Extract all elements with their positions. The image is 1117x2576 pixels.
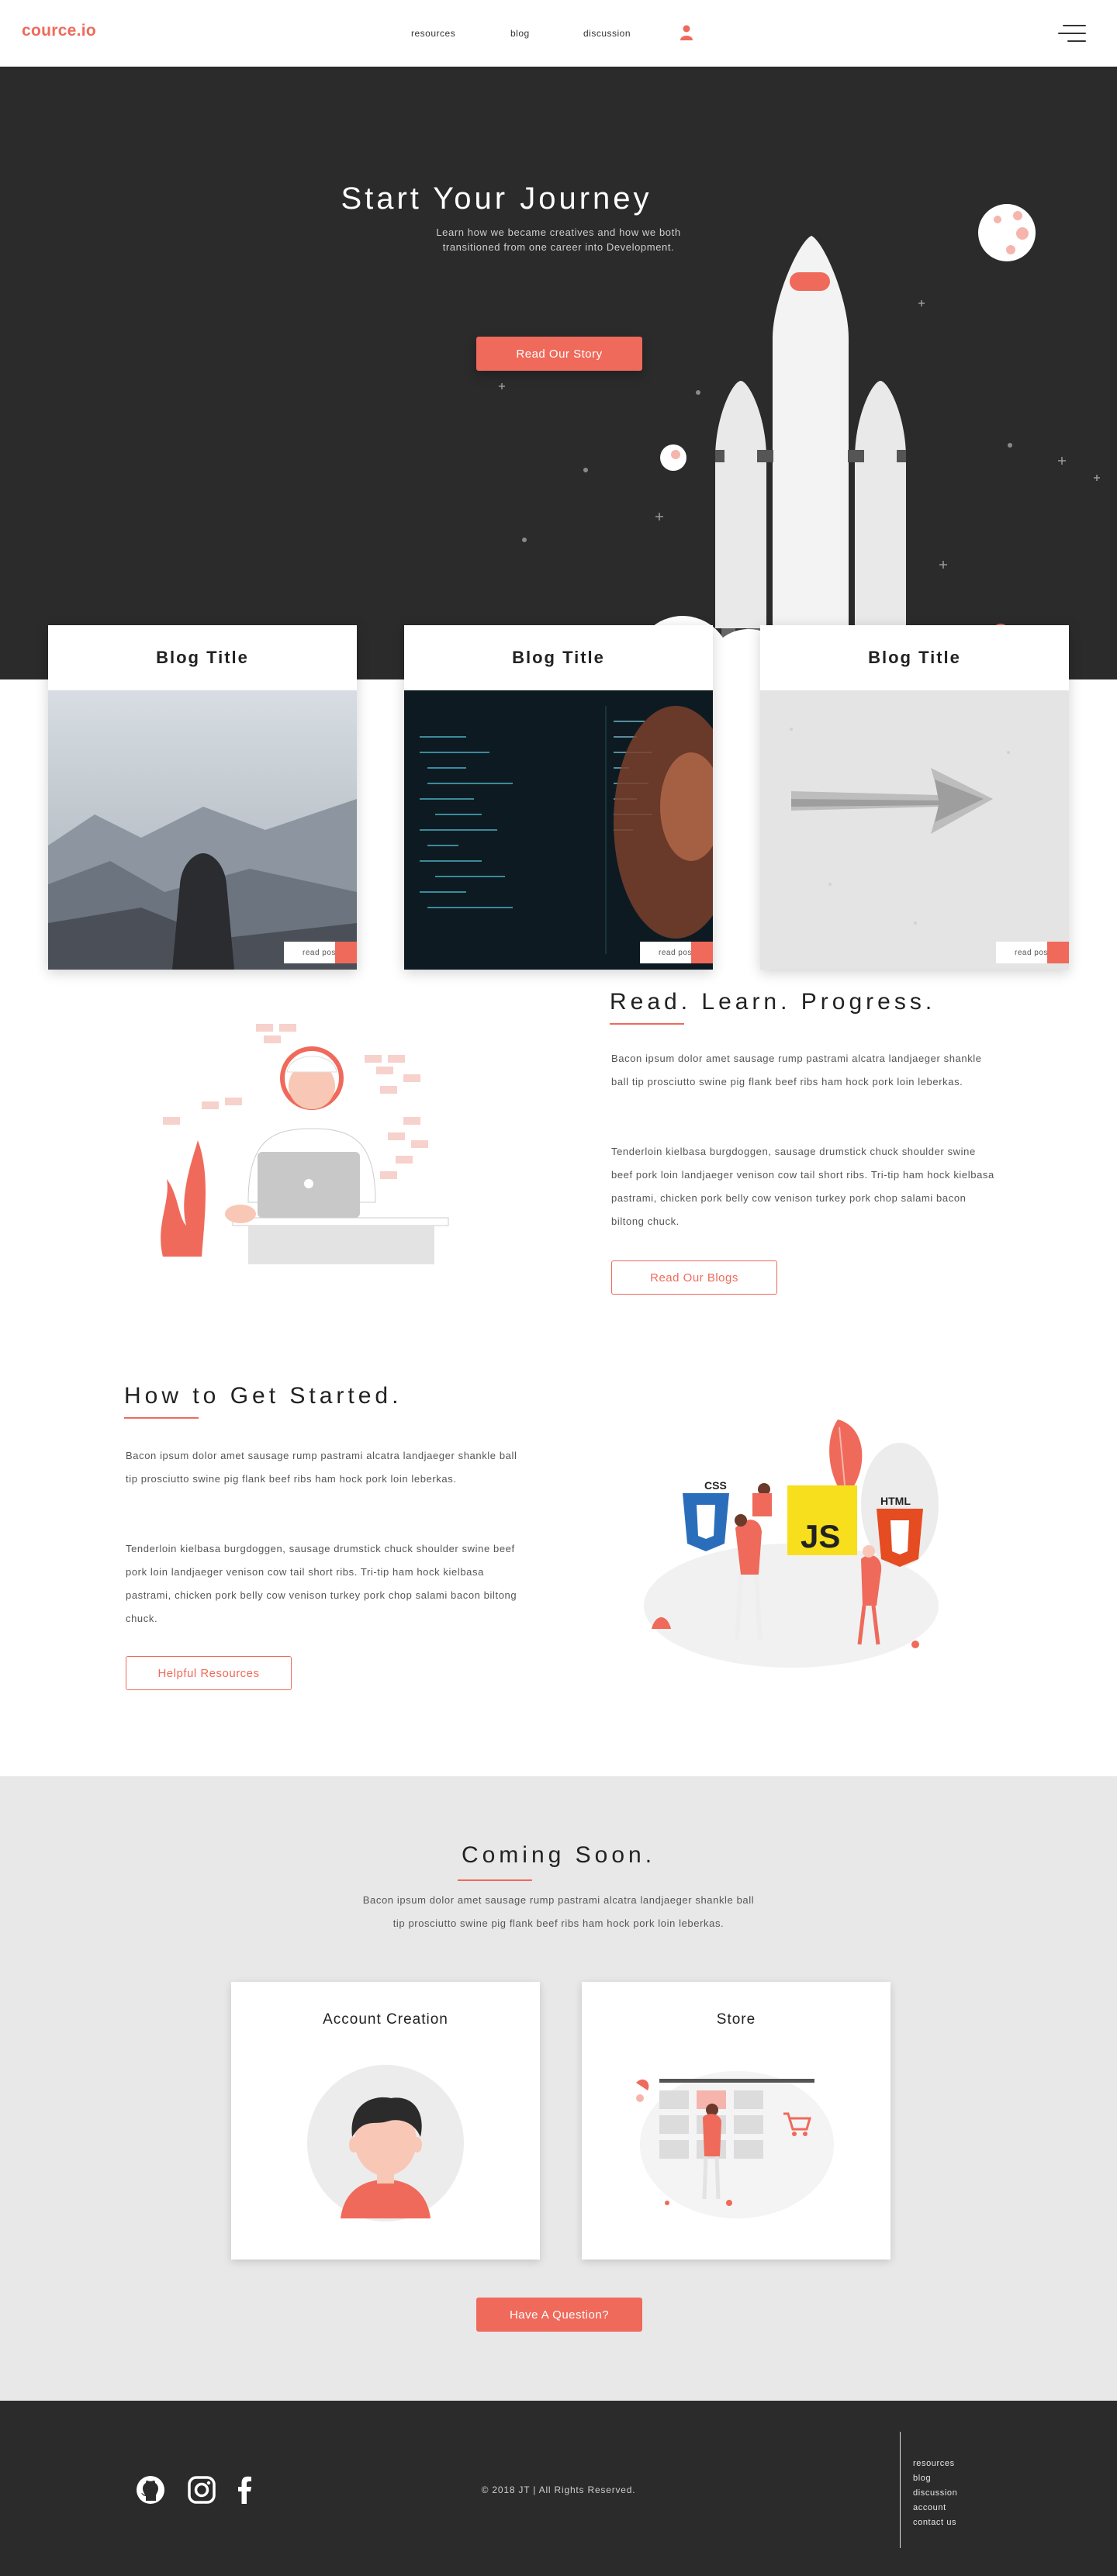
read-learn-para-1: Bacon ipsum dolor amet sausage rump past… bbox=[611, 1053, 982, 1087]
hero-title-wrap: Start Your Journey bbox=[0, 182, 1117, 216]
footer: © 2018 JT | All Rights Reserved. resourc… bbox=[0, 2401, 1117, 2576]
footer-link-resources[interactable]: resources bbox=[913, 2457, 957, 2471]
hero-subtitle-line-1: Learn how we became creatives and how we… bbox=[436, 226, 681, 238]
html-badge-label: HTML bbox=[880, 1495, 911, 1507]
read-post-button[interactable]: read post bbox=[640, 942, 713, 963]
developer-illustration bbox=[161, 1024, 449, 1264]
get-started-para-1: Bacon ipsum dolor amet sausage rump past… bbox=[126, 1450, 517, 1485]
read-our-blogs-button[interactable]: Read Our Blogs bbox=[611, 1260, 777, 1295]
coming-soon-text: Bacon ipsum dolor amet sausage rump past… bbox=[362, 1894, 755, 1929]
read-learn-para-2: Tenderloin kielbasa burgdoggen, sausage … bbox=[611, 1146, 994, 1227]
avatar-illustration bbox=[307, 2065, 464, 2222]
coming-soon-heading: Coming Soon. bbox=[461, 1842, 656, 1868]
read-learn-section: Read. Learn. Progress. Bacon ipsum dolor… bbox=[0, 970, 1117, 1326]
blog-card-image-code[interactable]: read post bbox=[404, 690, 713, 970]
get-started-section: How to Get Started. Bacon ipsum dolor am… bbox=[0, 1373, 1117, 1730]
account-creation-title: Account Creation bbox=[323, 2011, 448, 2028]
heading-underline bbox=[124, 1417, 199, 1419]
have-a-question-button[interactable]: Have A Question? bbox=[476, 2298, 642, 2332]
footer-links: resources blog discussion account contac… bbox=[900, 2432, 957, 2548]
hero-subtitle-line-2: transitioned from one career into Develo… bbox=[442, 241, 675, 253]
css-badge-label: CSS bbox=[704, 1479, 727, 1492]
blog-card-title[interactable]: Blog Title bbox=[760, 625, 1069, 690]
site-logo[interactable]: cource.io bbox=[22, 22, 96, 40]
footer-link-account[interactable]: account bbox=[913, 2501, 957, 2515]
read-our-story-button[interactable]: Read Our Story bbox=[476, 337, 642, 371]
menu-icon[interactable] bbox=[1058, 23, 1086, 43]
store-illustration bbox=[636, 2071, 834, 2218]
hero-title: Start Your Journey bbox=[341, 182, 652, 216]
get-started-para-2: Tenderloin kielbasa burgdoggen, sausage … bbox=[126, 1543, 517, 1624]
blog-card-title[interactable]: Blog Title bbox=[404, 625, 713, 690]
store-title: Store bbox=[716, 2011, 756, 2028]
read-post-button[interactable]: read post bbox=[284, 942, 357, 963]
nav-link-resources[interactable]: resources bbox=[411, 28, 455, 39]
heading-underline bbox=[610, 1023, 684, 1025]
rocket-illustration bbox=[499, 204, 1100, 679]
hero-section: Start Your Journey Learn how we became c… bbox=[0, 67, 1117, 679]
hero-subtitle: Learn how we became creatives and how we… bbox=[403, 225, 714, 254]
get-started-heading: How to Get Started. bbox=[124, 1383, 403, 1409]
coming-soon-section: Coming Soon. Bacon ipsum dolor amet saus… bbox=[0, 1776, 1117, 2401]
user-icon[interactable] bbox=[680, 25, 693, 40]
nav-link-discussion[interactable]: discussion bbox=[583, 28, 631, 39]
footer-link-discussion[interactable]: discussion bbox=[913, 2486, 957, 2501]
web-languages-illustration: CSS JS HTML bbox=[644, 1419, 939, 1668]
js-badge-label: JS bbox=[801, 1518, 840, 1554]
blog-card-image-mountain[interactable]: read post bbox=[48, 690, 357, 970]
blog-card[interactable]: Blog Title read post bbox=[48, 625, 357, 970]
read-learn-heading: Read. Learn. Progress. bbox=[610, 989, 936, 1015]
account-creation-card[interactable]: Account Creation bbox=[231, 1982, 540, 2260]
read-post-button[interactable]: read post bbox=[996, 942, 1069, 963]
blog-card[interactable]: Blog Title read post bbox=[404, 625, 713, 970]
blog-card-title[interactable]: Blog Title bbox=[48, 625, 357, 690]
nav-link-blog[interactable]: blog bbox=[510, 28, 530, 39]
heading-underline bbox=[458, 1879, 532, 1881]
blog-card-image-arrow[interactable]: read post bbox=[760, 690, 1069, 970]
blog-card[interactable]: Blog Title read post bbox=[760, 625, 1069, 970]
footer-link-contact-us[interactable]: contact us bbox=[913, 2515, 957, 2530]
store-card[interactable]: Store bbox=[582, 1982, 890, 2260]
helpful-resources-button[interactable]: Helpful Resources bbox=[126, 1656, 292, 1690]
top-nav: cource.io resources blog discussion bbox=[0, 0, 1117, 67]
footer-link-blog[interactable]: blog bbox=[913, 2471, 957, 2486]
